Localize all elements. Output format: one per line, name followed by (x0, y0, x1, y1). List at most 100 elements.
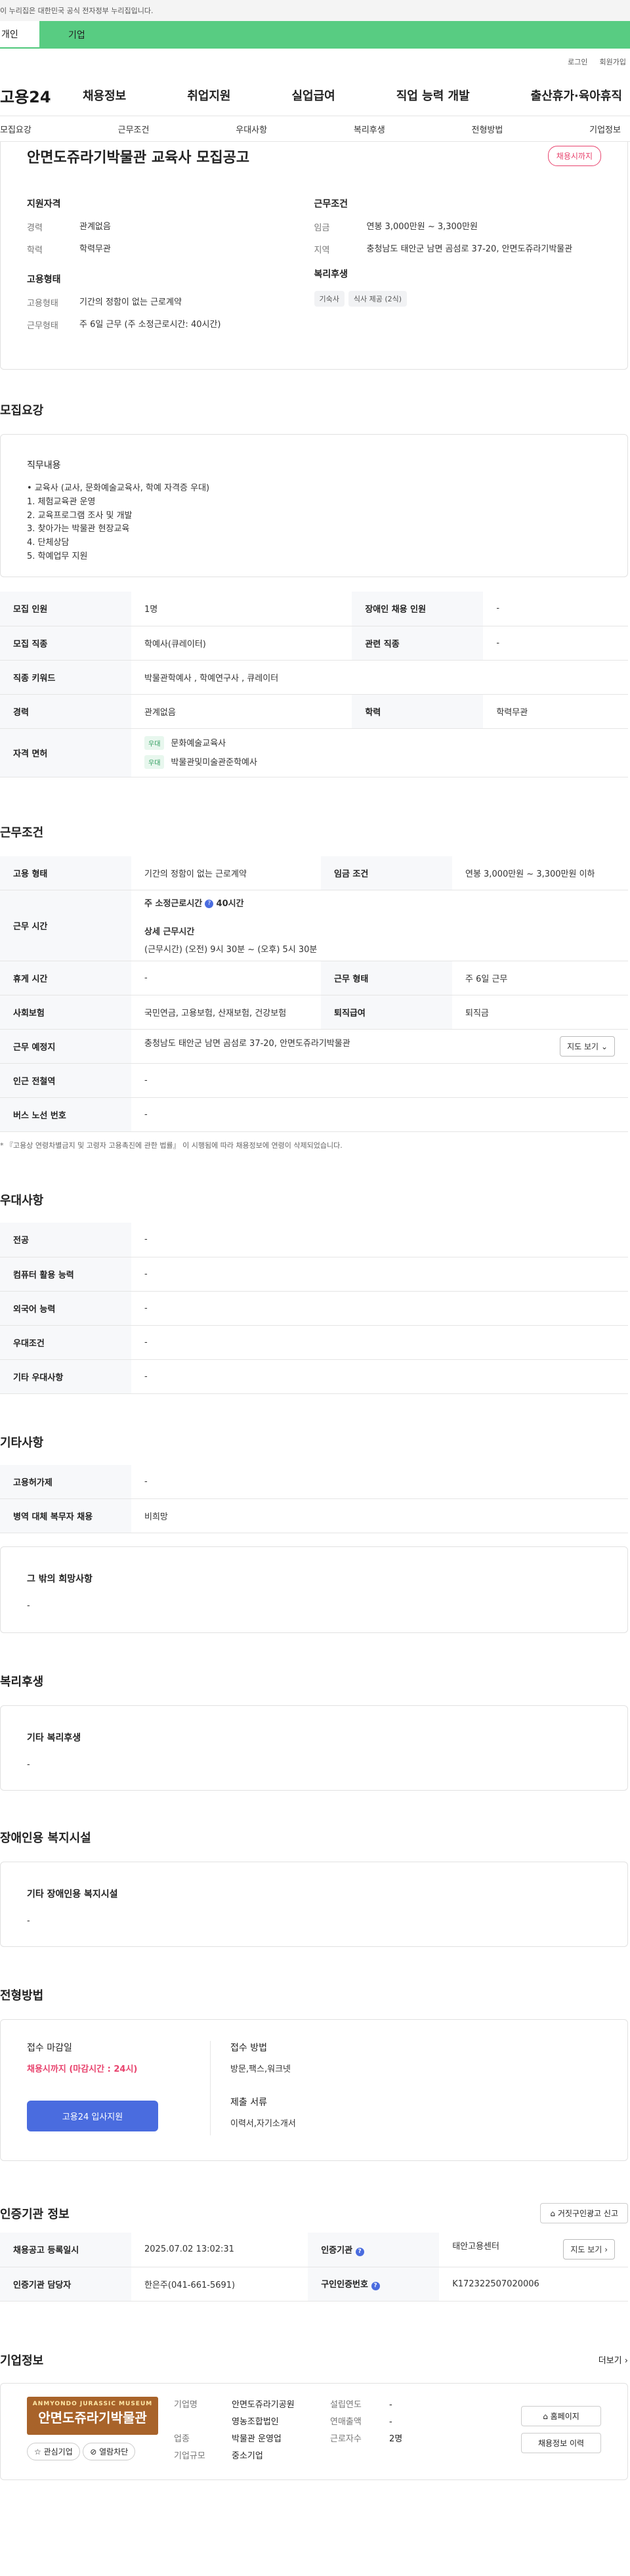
info-icon: ? (205, 900, 214, 908)
company-logo-main: 안면도쥬라기박물관 (38, 2409, 147, 2426)
subnav-company[interactable]: 기업정보 (589, 123, 621, 135)
gnb-item-employment-support[interactable]: 취업지원 (187, 87, 230, 104)
org-map-button[interactable]: 지도 보기 › (563, 2239, 615, 2260)
company-more-link[interactable]: 더보기 › (598, 2353, 628, 2366)
hours-label: 주 소정근로시간 (144, 899, 203, 909)
welfare-chip: 기숙사 (314, 291, 345, 307)
block-icon: ⊘ (90, 2447, 97, 2456)
row-value: - (131, 1223, 628, 1257)
pref-table: 전공 - 컴퓨터 활용 능력 - 외국어 능력 - 우대조건 - 기타 우대사항 - (0, 1223, 628, 1394)
row-key: 모집 인원 (0, 592, 131, 626)
subnav-work[interactable]: 근무조건 (118, 123, 150, 135)
table-row: 인근 전철역 - (0, 1063, 628, 1098)
login-link[interactable]: 로그인 (568, 56, 587, 75)
org-key-label: 인증기관 (321, 2245, 353, 2256)
subnav-process[interactable]: 전형방법 (472, 123, 503, 135)
row-value: K172322507020006 (439, 2267, 628, 2302)
cert-section-title: 인증기관 정보 (0, 2207, 70, 2221)
disabled-facility-heading: 기타 장애인용 복지시설 (27, 1889, 118, 1900)
company-sales-key: 연매출액 (330, 2416, 362, 2427)
row-value: - (131, 1257, 628, 1292)
row-key: 전공 (0, 1223, 131, 1257)
row-value: 2025.07.02 13:02:31 (131, 2233, 308, 2267)
row-value: - (131, 1291, 628, 1326)
emp-type-key: 고용형태 (27, 299, 58, 309)
gnb-item-jobs[interactable]: 채용정보 (83, 87, 126, 104)
section-nav: 모집요강 근무조건 우대사항 복리후생 전형방법 기업정보 (0, 116, 630, 142)
table-row: 병역 대체 복무자 채용 비희망 (0, 1498, 628, 1533)
place-cell: 충청남도 태안군 남면 곰섬로 37-20, 안면도쥬라기박물관 지도 보기 ⌄ (131, 1029, 628, 1064)
emp-type-value: 기간의 정함이 없는 근로계약 (79, 297, 182, 307)
row-key: 채용공고 등록일시 (0, 2233, 131, 2267)
work-table: 고용 형태 기간의 정함이 없는 근로계약 임금 조건 연봉 3,000만원 ~ 3… (0, 856, 628, 1132)
row-value: 연봉 3,000만원 ~ 3,300만원 이하 (452, 856, 628, 890)
subnav-recruit[interactable]: 모집요강 (0, 123, 32, 135)
company-keys-right: 설립연도 연매출액 근로자수 (330, 2397, 389, 2466)
welfare-box: 기타 복리후생 - (0, 1705, 628, 1791)
row-key: 퇴직급여 (320, 995, 452, 1030)
row-key: 모집 직종 (0, 626, 131, 661)
place-value: 충청남도 태안군 남면 곰섬로 37-20, 안면도쥬라기박물관 (144, 1039, 350, 1049)
duty-heading: 직무내용 (27, 460, 61, 471)
gnb-item-job-training[interactable]: 직업 능력 개발 (396, 87, 470, 104)
chevron-down-icon: ⌄ (600, 1042, 608, 1051)
gnb-item-parental-leave[interactable]: 출산휴가·육아휴직 (531, 87, 622, 104)
tab-personal[interactable]: 개인 (0, 21, 39, 49)
table-row: 인증기관 담당자 한은주(041-661-5691) 구인인증번호 ? K1723… (0, 2267, 628, 2302)
home-icon: ⌂ (543, 2411, 548, 2421)
disabled-facility-section-title: 장애인용 복지시설 (0, 1831, 91, 1845)
block-company-button[interactable]: ⊘ 열람차단 (83, 2442, 136, 2460)
report-button[interactable]: ⌂ 거짓구인광고 신고 (540, 2203, 628, 2223)
license-cell: 우대 문화예술교육사 우대 박물관및미술관준학예사 (131, 728, 628, 777)
subnav-pref[interactable]: 우대사항 (236, 123, 267, 135)
homepage-button[interactable]: ⌂ 홈페이지 (521, 2405, 601, 2426)
row-key: 근무 형태 (320, 961, 452, 995)
deadline-badge: 채용시까지 (547, 146, 601, 166)
table-row: 휴게 시간 - 근무 형태 주 6일 근무 (0, 961, 628, 995)
row-key: 고용허가제 (0, 1464, 131, 1499)
company-box: ANMYONDO JURASSIC MUSEUM 안면도쥬라기박물관 ☆ 관심기… (0, 2382, 628, 2480)
company-name-key: 기업명 (174, 2399, 198, 2410)
cond-heading: 근무조건 (314, 199, 348, 209)
row-value: 태안고용센터 (452, 2242, 499, 2252)
subnav-welfare[interactable]: 복리후생 (354, 123, 385, 135)
site-logo[interactable]: 고용24 (0, 84, 83, 107)
row-value: - (131, 961, 321, 995)
welfare-chip: 식사 제공 (2식) (348, 291, 408, 307)
process-box: 접수 마감일 채용시까지 (마감시간 : 24시) 고용24 입사지원 접수 방… (0, 2019, 628, 2161)
info-icon: ? (355, 2247, 364, 2256)
table-row: 고용 형태 기간의 정함이 없는 근로계약 임금 조건 연봉 3,000만원 ~ 3… (0, 856, 628, 890)
row-value: - (131, 1359, 628, 1394)
pref-tag: 우대 (144, 736, 165, 750)
qual-career-value: 관계없음 (79, 222, 111, 232)
job-title: 안면도쥬라기박물관 교육사 모집공고 (27, 150, 250, 166)
apply-button[interactable]: 고용24 입사지원 (27, 2100, 158, 2131)
row-value: 비희망 (131, 1498, 628, 1533)
row-key: 휴게 시간 (0, 961, 131, 995)
row-value: 학예사(큐레이터) (131, 626, 352, 661)
company-industry-key: 업종 (174, 2434, 190, 2444)
company-brand: ANMYONDO JURASSIC MUSEUM 안면도쥬라기박물관 ☆ 관심기… (27, 2396, 174, 2466)
work-section-title: 근무조건 (0, 825, 44, 840)
row-value: 주 6일 근무 (452, 961, 628, 995)
table-row: 사회보험 국민연금, 고용보험, 산재보험, 건강보험 퇴직급여 퇴직금 (0, 995, 628, 1030)
etc-section-title: 기타사항 (0, 1435, 44, 1450)
row-key: 근무 예정지 (0, 1029, 131, 1064)
homepage-button-label: 홈페이지 (550, 2411, 579, 2421)
cert-table: 채용공고 등록일시 2025.07.02 13:02:31 인증기관 ? 태안고용… (0, 2233, 628, 2302)
favorite-company-button[interactable]: ☆ 관심기업 (27, 2442, 80, 2460)
row-key: 장애인 채용 인원 (352, 592, 484, 626)
recruit-history-button[interactable]: 채용정보 이력 (521, 2432, 601, 2453)
qual-career-key: 경력 (27, 223, 43, 233)
row-key: 인근 전철역 (0, 1063, 131, 1098)
report-button-label: 거짓구인광고 신고 (557, 2209, 618, 2218)
welfare-box-heading: 기타 복리후생 (27, 1733, 81, 1743)
method-value: 방문,팩스,워크넷 (230, 2064, 291, 2074)
row-value: 관계없음 (131, 694, 352, 729)
map-button[interactable]: 지도 보기 ⌄ (560, 1036, 615, 1057)
tab-business[interactable]: 기업 (39, 21, 630, 49)
join-link[interactable]: 회원가입 (600, 56, 626, 75)
company-logo-top: ANMYONDO JURASSIC MUSEUM (32, 2400, 153, 2407)
gnb-item-unemployment-benefit[interactable]: 실업급여 (292, 87, 335, 104)
row-key: 학력 (352, 694, 484, 729)
